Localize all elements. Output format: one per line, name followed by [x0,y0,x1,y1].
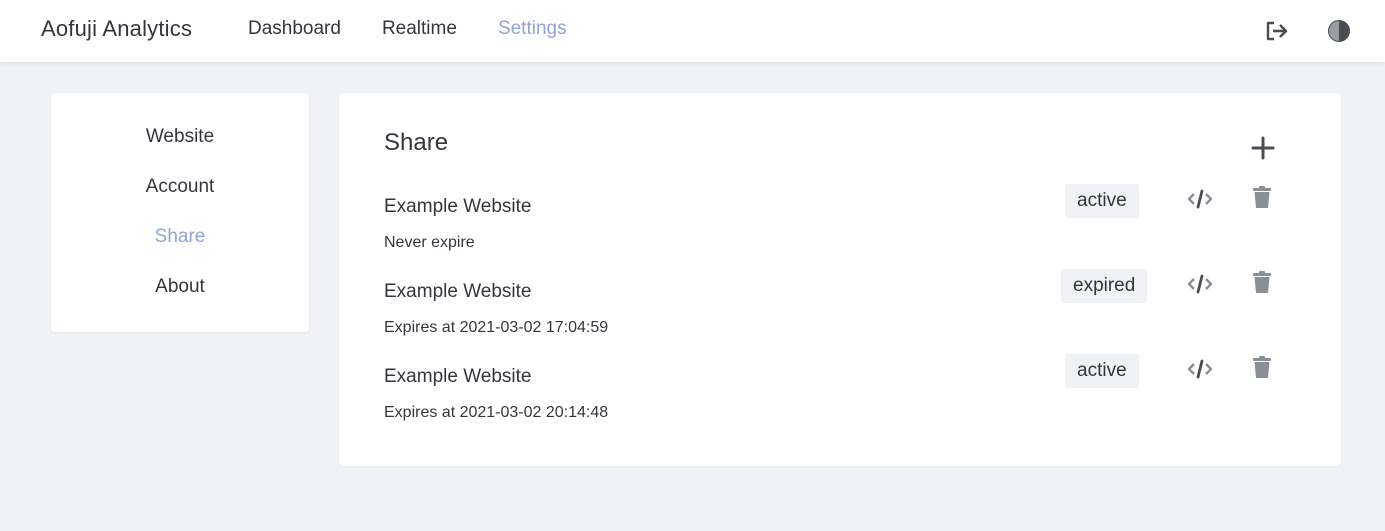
nav-settings[interactable]: Settings [498,18,567,40]
share-row: Example Website expired Expires at 2021-… [339,269,1341,351]
embed-code-button[interactable] [1187,356,1213,382]
nav-realtime[interactable]: Realtime [382,18,457,40]
share-row: Example Website active Never expire [339,184,1341,266]
top-nav-bar: Aofuji Analytics Dashboard Realtime Sett… [0,0,1385,62]
share-expiry: Never expire [384,234,475,251]
embed-code-button[interactable] [1187,186,1213,212]
settings-sidebar: Website Account Share About [51,93,309,332]
sidebar-item-about[interactable]: About [51,276,309,298]
share-website-name: Example Website [384,366,532,387]
theme-toggle-icon[interactable] [1326,18,1352,44]
sidebar-item-account[interactable]: Account [51,176,309,198]
delete-share-button[interactable] [1251,354,1273,380]
share-row: Example Website active Expires at 2021-0… [339,354,1341,436]
logout-icon[interactable] [1264,18,1290,44]
sidebar-item-share[interactable]: Share [51,226,309,248]
nav-dashboard[interactable]: Dashboard [248,18,341,40]
brand-title[interactable]: Aofuji Analytics [41,16,192,42]
code-icon [1187,189,1213,209]
embed-code-button[interactable] [1187,271,1213,297]
share-expiry: Expires at 2021-03-02 20:14:48 [384,404,609,421]
trash-icon [1253,271,1271,293]
share-expiry: Expires at 2021-03-02 17:04:59 [384,319,609,336]
add-share-button[interactable] [1250,135,1276,161]
delete-share-button[interactable] [1251,184,1273,210]
main-nav: Dashboard Realtime Settings [248,18,608,40]
share-website-name: Example Website [384,281,532,302]
status-badge: expired [1061,269,1148,303]
sidebar-item-website[interactable]: Website [51,126,309,148]
share-panel: Share Example Website active Never expir… [339,93,1341,466]
trash-icon [1253,186,1271,208]
share-website-name: Example Website [384,196,532,217]
status-badge: active [1065,184,1139,218]
panel-title: Share [384,129,449,156]
delete-share-button[interactable] [1251,269,1273,295]
status-badge: active [1065,354,1139,388]
plus-icon [1251,136,1275,160]
trash-icon [1253,356,1271,378]
code-icon [1187,274,1213,294]
code-icon [1187,359,1213,379]
